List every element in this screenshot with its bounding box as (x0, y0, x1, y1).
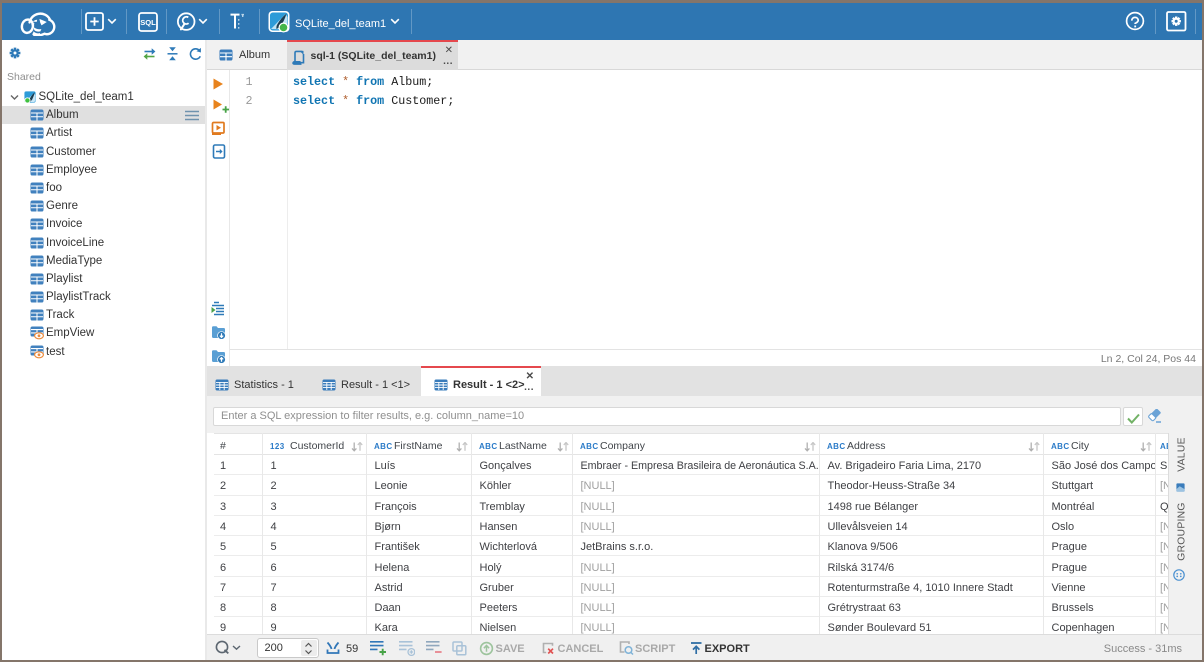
svg-text:SQL: SQL (140, 18, 156, 27)
